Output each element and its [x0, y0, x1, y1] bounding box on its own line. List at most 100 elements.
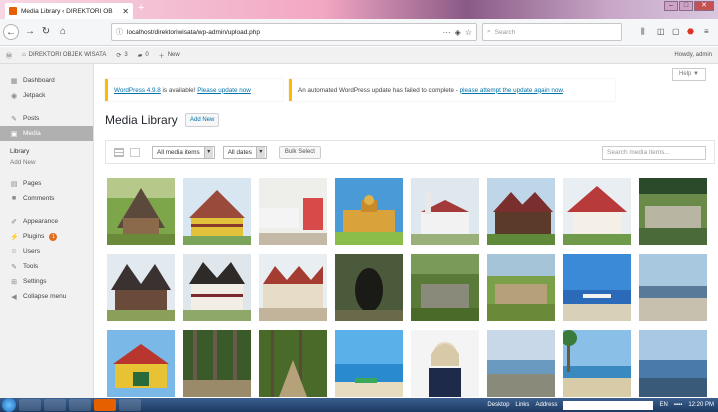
- media-thumbnail[interactable]: [107, 178, 175, 245]
- sidebar-item-tools[interactable]: ✎ Tools: [0, 259, 93, 274]
- update-now-link[interactable]: Please update now: [197, 87, 251, 94]
- comments-count: 0: [145, 52, 149, 58]
- sidebar-icon[interactable]: ◫: [657, 27, 665, 36]
- maximize-button[interactable]: □: [679, 1, 693, 11]
- close-window-button[interactable]: ✕: [694, 1, 714, 11]
- menu-icon[interactable]: ≡: [704, 27, 709, 36]
- media-thumbnail[interactable]: [411, 330, 479, 397]
- tab-close-icon[interactable]: ✕: [122, 7, 129, 16]
- start-button[interactable]: [2, 398, 16, 412]
- site-info-icon[interactable]: ⓘ: [116, 27, 123, 37]
- media-thumbnail[interactable]: [107, 330, 175, 397]
- date-filter-select[interactable]: All dates: [222, 145, 267, 159]
- sidebar-item-label: Media: [23, 130, 41, 137]
- taskbar-app-media[interactable]: [44, 399, 66, 411]
- reload-icon[interactable]: ↻: [38, 24, 54, 40]
- new-content-link[interactable]: ＋ New: [159, 51, 180, 60]
- taskbar-app-chrome[interactable]: [69, 399, 91, 411]
- media-thumbnail[interactable]: [563, 178, 631, 245]
- search-placeholder: Search: [494, 28, 516, 36]
- tray-icons[interactable]: ▪▪▪▪: [674, 402, 683, 408]
- sidebar-item-media[interactable]: ▣ Media: [0, 126, 93, 141]
- sidebar-item-users[interactable]: ☺ Users: [0, 244, 93, 259]
- list-view-icon[interactable]: [114, 147, 124, 157]
- media-thumbnail[interactable]: [183, 330, 251, 397]
- wp-version-link[interactable]: WordPress 4.9.8: [114, 87, 161, 94]
- media-thumbnail[interactable]: [639, 178, 707, 245]
- howdy-admin[interactable]: Howdy, admin: [674, 52, 712, 58]
- clock[interactable]: 12:20 PM: [688, 402, 714, 408]
- sidebar-item-jetpack[interactable]: ◉ Jetpack: [0, 88, 93, 103]
- media-thumbnail[interactable]: [411, 254, 479, 321]
- updates-count: 3: [124, 52, 128, 58]
- adblock-icon[interactable]: ⬣: [687, 27, 694, 36]
- browser-tab[interactable]: Media Library ‹ DIREKTORI OB ✕: [5, 3, 133, 19]
- forward-arrow-icon[interactable]: →: [22, 24, 38, 40]
- media-type-select[interactable]: All media items: [152, 145, 215, 159]
- media-thumbnail[interactable]: [639, 330, 707, 397]
- taskbar-app-explorer[interactable]: [19, 399, 41, 411]
- grid-view-icon[interactable]: [130, 147, 140, 157]
- media-thumbnail[interactable]: [487, 330, 555, 397]
- address-input[interactable]: [563, 400, 654, 410]
- updates-link[interactable]: ⟳ 3: [116, 52, 127, 59]
- new-tab-button[interactable]: +: [138, 2, 144, 14]
- add-new-button[interactable]: Add New: [185, 113, 220, 127]
- media-thumbnail[interactable]: [411, 178, 479, 245]
- submenu-library[interactable]: Library: [0, 146, 93, 157]
- taskbar-app-files[interactable]: [119, 399, 141, 411]
- wp-logo-icon[interactable]: Ⓦ: [6, 51, 12, 60]
- media-thumbnail[interactable]: [107, 254, 175, 321]
- media-thumbnail[interactable]: [563, 254, 631, 321]
- language-indicator[interactable]: EN: [659, 402, 667, 408]
- sidebar-item-appearance[interactable]: ✐ Appearance: [0, 214, 93, 229]
- sidebar-item-pages[interactable]: ▤ Pages: [0, 176, 93, 191]
- sidebar-item-dashboard[interactable]: ▦ Dashboard: [0, 73, 93, 88]
- media-thumbnail[interactable]: [335, 330, 403, 397]
- site-name-link[interactable]: ⌂ DIREKTORI OBJEK WISATA: [22, 52, 106, 58]
- sidebar-item-label: Dashboard: [23, 77, 55, 84]
- sidebar-item-label: Plugins: [23, 233, 45, 240]
- media-thumbnail[interactable]: [563, 330, 631, 397]
- media-thumbnail[interactable]: [259, 178, 327, 245]
- browser-titlebar: Media Library ‹ DIREKTORI OB ✕ + – □ ✕: [0, 0, 718, 19]
- retry-update-link[interactable]: please attempt the update again now: [460, 87, 563, 94]
- minimize-button[interactable]: –: [664, 1, 678, 11]
- media-thumbnail[interactable]: [335, 254, 403, 321]
- library-icon[interactable]: ⫼: [641, 27, 645, 37]
- media-thumbnail[interactable]: [259, 254, 327, 321]
- main-content: Help ▼ WordPress 4.9.8 is available! Ple…: [95, 64, 718, 398]
- media-filter-bar: All media items All dates Bulk Select Se…: [105, 140, 715, 164]
- bulk-select-button[interactable]: Bulk Select: [278, 145, 321, 159]
- help-button[interactable]: Help ▼: [672, 68, 706, 81]
- browser-search-bar[interactable]: ⌕ Search: [482, 23, 622, 41]
- pocket-icon[interactable]: ◈: [455, 28, 461, 37]
- taskbar-app-firefox[interactable]: [94, 399, 116, 411]
- media-thumbnail[interactable]: [259, 330, 327, 397]
- search-media-input[interactable]: Search media items...: [602, 146, 706, 160]
- sidebar-item-comments[interactable]: ■ Comments: [0, 191, 93, 206]
- url-text[interactable]: localhost/direktoriwisata/wp-admin/uploa…: [127, 29, 439, 36]
- sidebar-item-settings[interactable]: ⊞ Settings: [0, 274, 93, 289]
- desktop-toolbar[interactable]: Desktop: [487, 402, 509, 408]
- bookmark-star-icon[interactable]: ☆: [465, 28, 472, 37]
- media-thumbnail[interactable]: [183, 178, 251, 245]
- page-actions-icon[interactable]: ···: [443, 28, 451, 37]
- media-thumbnail[interactable]: [487, 254, 555, 321]
- plugins-update-badge: 1: [49, 232, 58, 241]
- media-thumbnail[interactable]: [335, 178, 403, 245]
- media-thumbnail[interactable]: [487, 178, 555, 245]
- sidebar-item-posts[interactable]: ✎ Posts: [0, 111, 93, 126]
- submenu-add-new[interactable]: Add New: [0, 157, 93, 168]
- sidebar-item-plugins[interactable]: ⚡ Plugins 1: [0, 229, 93, 244]
- update-available-text: is available!: [160, 86, 198, 94]
- media-thumbnail[interactable]: [639, 254, 707, 321]
- media-thumbnail[interactable]: [183, 254, 251, 321]
- back-arrow-icon[interactable]: ←: [3, 24, 19, 40]
- screenshot-icon[interactable]: ▢: [672, 27, 680, 36]
- url-bar[interactable]: ⓘ localhost/direktoriwisata/wp-admin/upl…: [111, 23, 477, 41]
- comments-link[interactable]: ▰ 0: [138, 52, 149, 59]
- links-toolbar[interactable]: Links: [515, 402, 529, 408]
- home-icon[interactable]: ⌂: [55, 24, 71, 40]
- collapse-menu-button[interactable]: ◀ Collapse menu: [0, 289, 93, 304]
